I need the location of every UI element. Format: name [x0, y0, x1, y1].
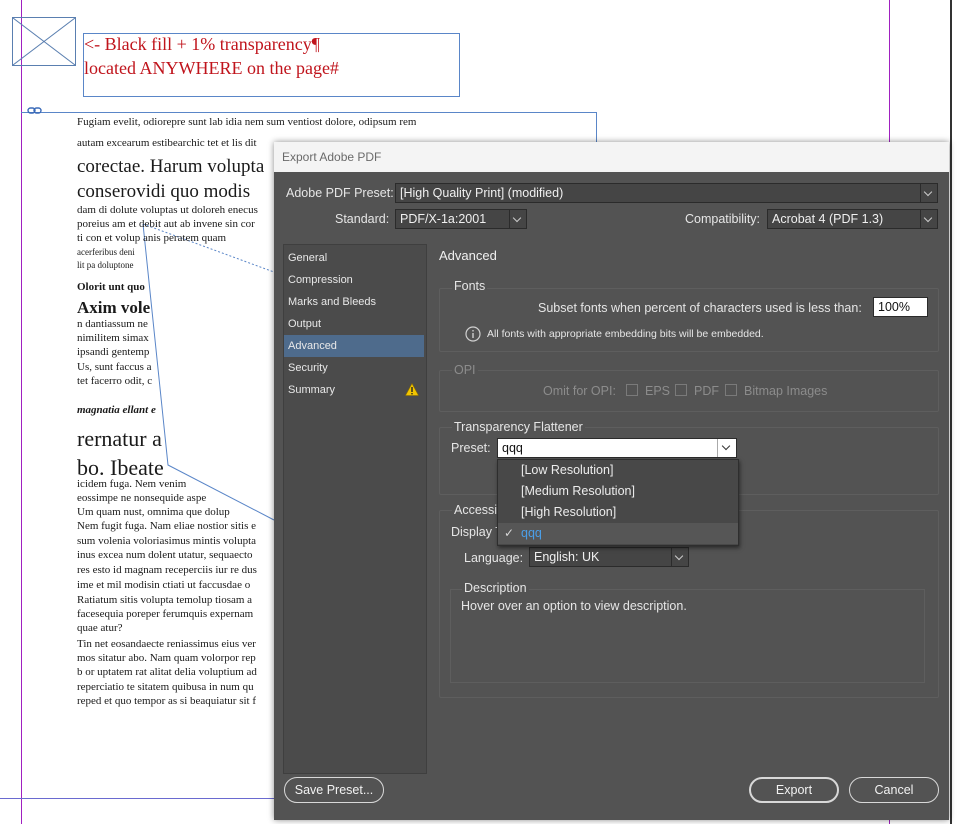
fonts-info-text: All fonts with appropriate embedding bit…	[487, 328, 764, 340]
language-label: Language:	[464, 551, 524, 565]
fonts-group	[439, 288, 939, 352]
save-preset-button[interactable]: Save Preset...	[284, 777, 384, 803]
standard-label: Standard:	[335, 212, 390, 226]
body-text-line: n dantiassum ne	[77, 318, 148, 330]
body-text-line: Fugiam evelit, odiorepre sunt lab idia n…	[77, 116, 417, 128]
warning-icon	[405, 383, 419, 396]
pdf-label: PDF	[694, 384, 719, 398]
export-pdf-dialog: Export Adobe PDF Adobe PDF Preset: [High…	[274, 142, 949, 820]
body-text-line: lit pa doluptone	[77, 260, 134, 270]
pdf-checkbox[interactable]	[675, 384, 687, 396]
flattener-preset-dropdown: [Low Resolution] [Medium Resolution] [Hi…	[497, 459, 739, 546]
body-text-line: tet facerro odit, c	[77, 375, 153, 387]
body-text-line: Olorit unt quo	[77, 281, 145, 293]
flattener-preset-select[interactable]: qqq	[497, 438, 737, 458]
body-text-line: b or uptatem rat alitat delia voluptium …	[77, 666, 257, 678]
description-text: Hover over an option to view description…	[461, 599, 687, 613]
cancel-button[interactable]: Cancel	[849, 777, 939, 803]
display-title-label: Display T	[451, 525, 503, 539]
body-text-line: mos sitatur abo. Nam quam volorpor rep	[77, 652, 256, 664]
body-text-line: autam excearum estibearchic tet et lis d…	[77, 137, 257, 149]
body-text-line: nimilitem simax	[77, 332, 149, 344]
body-text-line: facesequia poreper ferumquis expernam	[77, 608, 254, 620]
section-title: Advanced	[439, 248, 497, 263]
pdf-preset-value: [High Quality Print] (modified)	[400, 186, 564, 200]
body-text-line: magnatia ellant e	[77, 404, 156, 416]
language-value: English: UK	[534, 550, 600, 564]
sidebar-item-security[interactable]: Security	[284, 357, 424, 379]
transparency-flattener-label: Transparency Flattener	[452, 420, 585, 434]
body-text-line: Um quam nust, omnima que dolup	[77, 506, 230, 518]
dropdown-option-medium-resolution[interactable]: [Medium Resolution]	[498, 481, 738, 502]
body-text-line: Nem fugit fuga. Nam eliae nostior sitis …	[77, 520, 257, 532]
subset-fonts-value: 100%	[878, 300, 910, 314]
body-text-line: eossimpe ne nonsequide aspe	[77, 492, 207, 504]
sidebar-item-marks-and-bleeds[interactable]: Marks and Bleeds	[284, 291, 424, 313]
body-text-line: Us, sunt faccus a	[77, 361, 152, 373]
body-text-line: quae atur?	[77, 622, 123, 634]
subset-fonts-label: Subset fonts when percent of characters …	[538, 301, 862, 315]
checkmark-icon: ✓	[504, 526, 515, 540]
body-text-line: reped et quo tempor as si beaquiatur sit…	[77, 695, 257, 707]
sidebar-item-compression[interactable]: Compression	[284, 269, 424, 291]
opi-group	[439, 370, 939, 412]
body-text-line: Tin net eosandaecte reniassimus eius ver	[77, 638, 256, 650]
body-text-line: acerferibus deni	[77, 247, 135, 257]
body-text-line: rernatur a	[77, 426, 162, 451]
fonts-group-label: Fonts	[452, 279, 488, 293]
body-text-line: sum volenia voloriasimus mintis volupta	[77, 535, 257, 547]
body-text-line: icidem fuga. Nem venim	[77, 478, 187, 490]
opi-group-label: OPI	[452, 363, 478, 377]
accessibility-label: Accessi	[452, 503, 500, 517]
bitmap-images-checkbox[interactable]	[725, 384, 737, 396]
dropdown-option-label: qqq	[521, 526, 542, 540]
body-text-line: dam di dolute voluptas ut doloreh enecus	[77, 204, 258, 216]
eps-checkbox[interactable]	[626, 384, 638, 396]
compatibility-label: Compatibility:	[685, 212, 761, 226]
body-text-line: reperciatio te sitatem quibusa in num qu	[77, 681, 254, 693]
sidebar-item-general[interactable]: General	[284, 247, 424, 269]
compatibility-select[interactable]: Acrobat 4 (PDF 1.3)	[767, 209, 938, 229]
description-label: Description	[462, 581, 529, 595]
preset-label: Adobe PDF Preset:	[286, 186, 394, 200]
sidebar-item-label: Summary	[288, 384, 336, 396]
subset-fonts-input[interactable]: 100%	[873, 297, 928, 317]
body-text-line: ipsandi gentemp	[77, 346, 150, 358]
body-text-line: conserovidi quo modis	[77, 181, 251, 202]
chevron-down-icon	[509, 210, 526, 228]
compatibility-value: Acrobat 4 (PDF 1.3)	[772, 212, 884, 226]
standard-select[interactable]: PDF/X-1a:2001	[395, 209, 527, 229]
flattener-preset-label: Preset:	[451, 441, 491, 455]
flattener-preset-value: qqq	[502, 441, 523, 455]
omit-opi-label: Omit for OPI:	[543, 384, 616, 398]
dropdown-option-low-resolution[interactable]: [Low Resolution]	[498, 460, 738, 481]
dropdown-option-high-resolution[interactable]: [High Resolution]	[498, 502, 738, 523]
eps-label: EPS	[645, 384, 671, 398]
chevron-down-icon	[920, 210, 937, 228]
chevron-down-icon	[717, 439, 736, 457]
category-sidebar: General Compression Marks and Bleeds Out…	[283, 244, 427, 774]
chevron-down-icon	[920, 184, 937, 202]
sidebar-item-summary[interactable]: Summary	[284, 379, 424, 401]
dialog-title: Export Adobe PDF	[282, 150, 382, 164]
body-text-line: res esto id magnam receperciis iur re du…	[77, 564, 257, 576]
standard-value: PDF/X-1a:2001	[400, 212, 487, 226]
body-text-line: Axim vole	[77, 298, 151, 317]
sidebar-item-output[interactable]: Output	[284, 313, 424, 335]
body-text-line: ti con et volup anis peratem quam	[77, 232, 227, 244]
body-text-line: ime et mil modisin ctiati ut faccusdae o	[77, 579, 251, 591]
dropdown-option-qqq[interactable]: ✓ qqq	[498, 523, 738, 544]
body-text-line: Ratiatum sitis volupta temolup tiosam a	[77, 594, 253, 606]
language-select[interactable]: English: UK	[529, 547, 689, 567]
body-text-line: inus excea num dolent utatur, sequaecto	[77, 549, 253, 561]
export-button[interactable]: Export	[749, 777, 839, 803]
bitmap-images-label: Bitmap Images	[744, 384, 828, 398]
body-text-line: corectae. Harum volupta	[77, 156, 265, 177]
chevron-down-icon	[671, 548, 688, 566]
dialog-titlebar[interactable]: Export Adobe PDF	[274, 142, 949, 172]
info-icon	[465, 326, 481, 342]
body-text-line: poreius am et debit aut ab invene sin co…	[77, 218, 255, 230]
pdf-preset-select[interactable]: [High Quality Print] (modified)	[395, 183, 938, 203]
sidebar-item-advanced[interactable]: Advanced	[284, 335, 424, 357]
